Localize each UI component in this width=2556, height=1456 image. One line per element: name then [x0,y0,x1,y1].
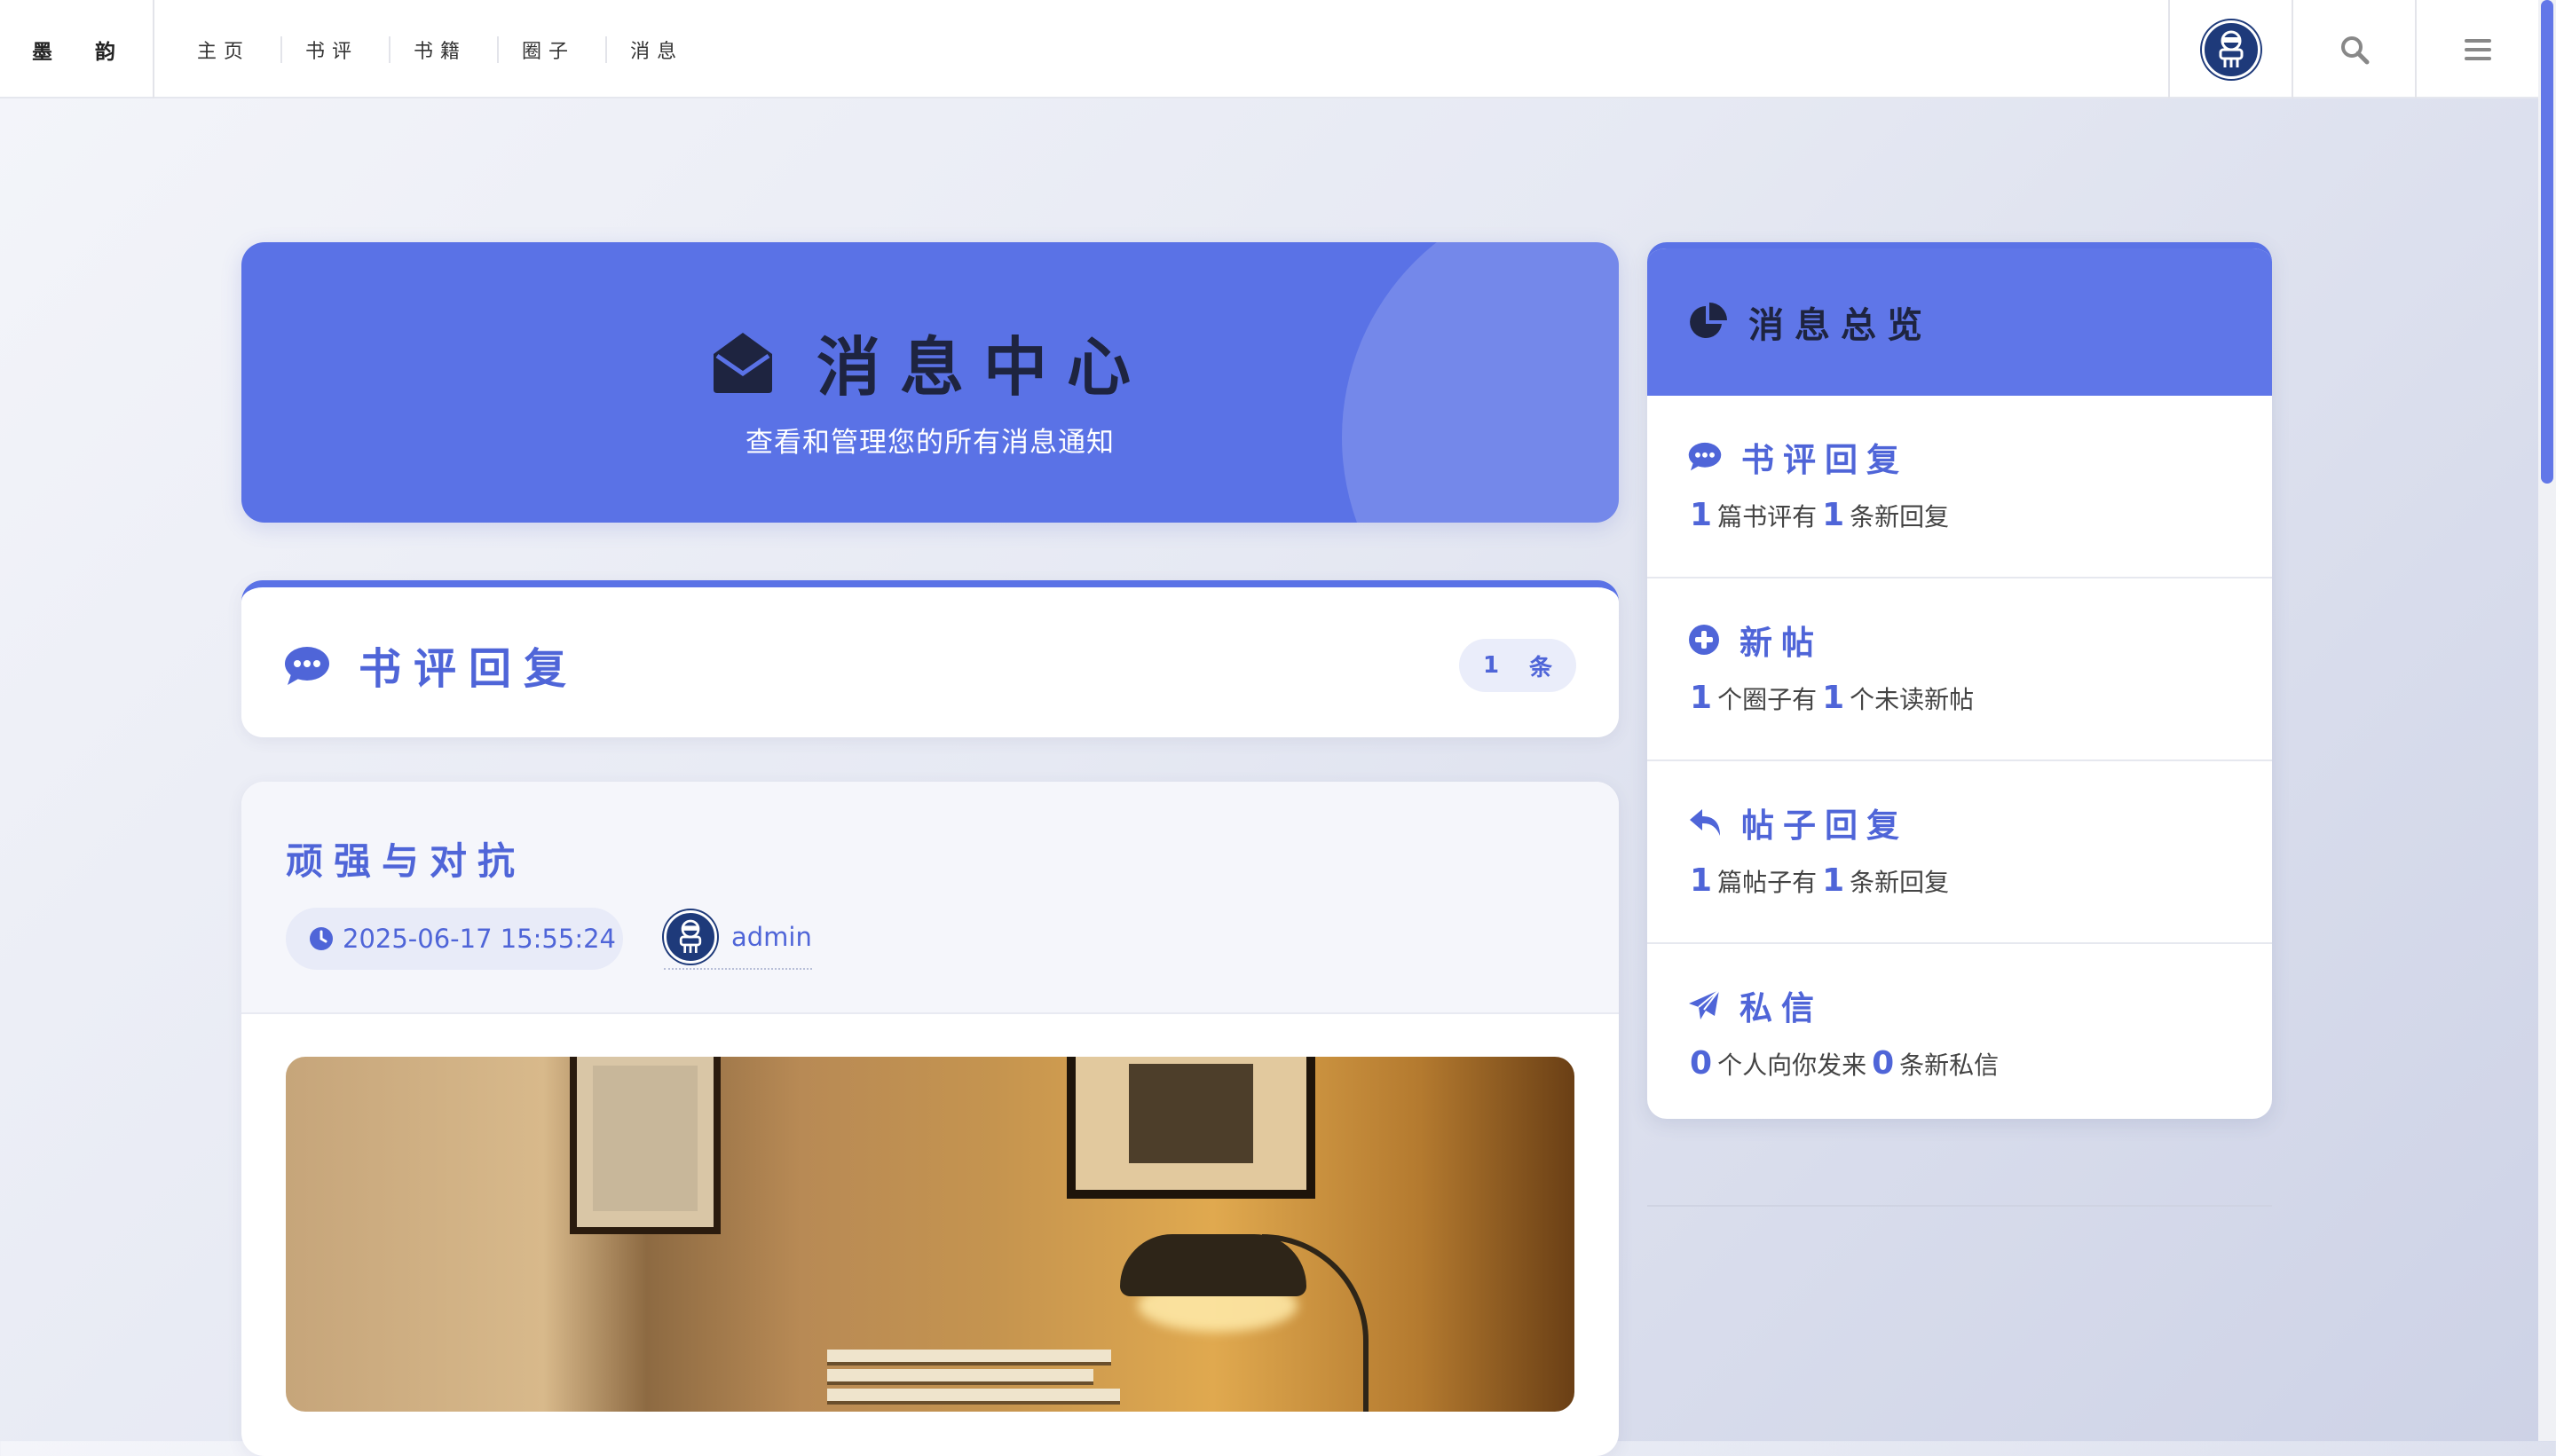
overview-text: 篇帖子有 [1717,868,1818,897]
overview-count: 0 [1872,1045,1895,1082]
nav-link-reviews[interactable]: 书评 [280,35,389,64]
page-title: 消息中心 [816,329,1150,405]
overview-count: 1 [1690,497,1713,533]
overview-count: 1 [1690,862,1713,899]
overview-count: 0 [1690,1045,1713,1082]
comment-dots-icon [284,646,330,690]
post-time: 2025-06-17 15:55:24 [343,924,616,954]
post-cover-image[interactable] [286,1057,1574,1412]
nav-link-books[interactable]: 书籍 [389,35,497,64]
scrollbar-thumb[interactable] [2541,0,2553,484]
overview-item-title: 新帖 [1740,624,1823,662]
section-title: 书评回复 [359,644,580,694]
nav-actions [2168,0,2538,98]
overview-count: 1 [1690,680,1713,716]
picture-frame [570,1057,721,1234]
author-name: admin [731,922,812,952]
post-time-pill: 2025-06-17 15:55:24 [286,908,623,970]
post-title[interactable]: 顽强与对抗 [286,831,525,885]
overview-text: 篇书评有 [1717,502,1818,531]
envelope-open-icon [713,332,772,393]
nav-link-messages[interactable]: 消息 [605,35,714,64]
overview-text: 条新回复 [1850,502,1950,531]
message-center-banner: 消息中心 查看和管理您的所有消息通知 [241,242,1619,523]
post-header: 顽强与对抗 2025-06-17 15:55:24 admin [241,782,1619,1014]
user-avatar-button[interactable] [2168,0,2292,98]
overview-item-review-replies[interactable]: 书评回复 1 篇书评有 1 条新回复 [1647,396,2272,578]
review-reply-card[interactable]: 顽强与对抗 2025-06-17 15:55:24 admin [241,782,1619,1456]
overview-text: 个圈子有 [1717,685,1818,714]
robot-avatar-icon [664,910,717,964]
overview-text: 个人向你发来 [1717,1051,1867,1080]
book-stack [827,1350,1120,1412]
review-replies-section-header: 书评回复 1 条 [241,580,1619,737]
menu-button[interactable] [2415,0,2538,98]
search-button[interactable] [2292,0,2415,98]
lamp-shade [1120,1234,1306,1296]
robot-avatar-icon [2201,20,2260,79]
overview-count: 1 [1822,862,1845,899]
paper-plane-icon [1689,989,1720,1019]
overview-item-new-posts[interactable]: 新帖 1 个圈子有 1 个未读新帖 [1647,578,2272,761]
reply-icon [1690,809,1720,836]
overview-item-title: 帖子回复 [1741,807,1908,845]
top-navbar: 墨 韵 主页 书评 书籍 圈子 消息 [0,0,2556,98]
pie-chart-icon [1690,303,1727,338]
nav-links: 主页 书评 书籍 圈子 消息 [172,0,714,98]
reply-count-unit: 条 [1529,654,1553,681]
page-subtitle: 查看和管理您的所有消息通知 [746,427,1115,459]
overview-text: 条新私信 [1899,1051,2000,1080]
overview-item-post-replies[interactable]: 帖子回复 1 篇帖子有 1 条新回复 [1647,761,2272,944]
site-logo[interactable]: 墨 韵 [0,0,154,98]
page-scrollbar[interactable] [2538,0,2556,1441]
reply-count: 1 [1482,652,1500,679]
nav-link-circles[interactable]: 圈子 [497,35,605,64]
overview-item-private-messages[interactable]: 私信 0 个人向你发来 0 条新私信 [1647,944,2272,1119]
overview-text: 条新回复 [1850,868,1950,897]
comment-dots-icon [1688,442,1722,471]
post-author[interactable]: admin [664,908,812,970]
overview-item-title: 私信 [1740,989,1823,1027]
nav-link-home[interactable]: 主页 [172,35,280,64]
overview-text: 个未读新帖 [1850,685,1975,714]
sidebar-divider [1647,1205,2272,1207]
search-icon [2340,35,2369,64]
overview-count: 1 [1822,497,1845,533]
overview-title: 消息总览 [1748,305,1933,346]
message-overview-panel: 消息总览 书评回复 1 篇书评有 1 条新回复 新帖 1 个圈子有 1 个未读新… [1647,242,2272,1119]
overview-header: 消息总览 [1647,248,2272,396]
overview-count: 1 [1822,680,1845,716]
plus-circle-icon [1689,625,1719,655]
reply-count-badge: 1 条 [1459,639,1576,692]
clock-icon [310,927,333,950]
picture-frame [1067,1057,1315,1199]
overview-item-title: 书评回复 [1741,441,1908,479]
hamburger-menu-icon [2464,38,2491,60]
hero-title-row: 消息中心 [241,315,1619,408]
